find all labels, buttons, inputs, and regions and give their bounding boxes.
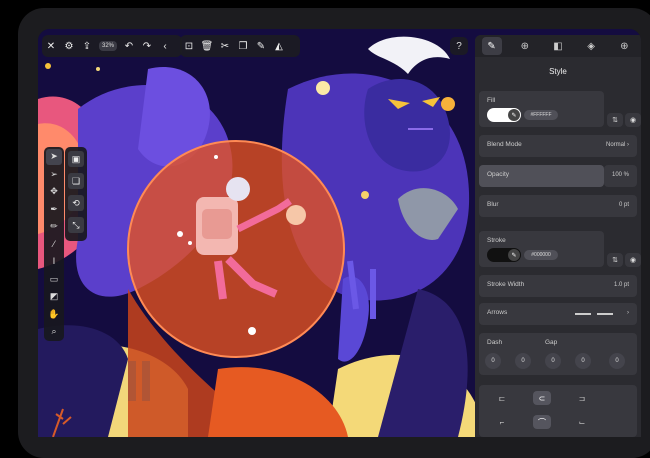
fill-bucket-icon[interactable]: ◭ [270,37,288,55]
panel-title: Style [549,67,567,76]
stroke-caps-joins: ⊏ ⊂ ⊐ ⌐ ⌒ ⌙ [479,385,637,437]
stroke-width-slider[interactable]: Stroke Width 1.0 pt [479,275,637,297]
stroke-width-label: Stroke Width [487,281,525,288]
stroke-hex[interactable]: #000000 [524,250,558,260]
tool-palette: ➤ ➢ ✥ ✒ ✏ ⁄ Ⅰ ▭ ◩ ✋ ⌕ [44,147,64,341]
eyedropper-icon[interactable]: ✎ [508,109,520,121]
zoom-icon[interactable]: ⌕ [46,324,62,340]
inspector-tabs: ✎ ⊕ ◧ ◈ ⊕ [475,35,641,57]
arrows-row[interactable]: Arrows › [479,303,637,325]
blur-label: Blur [487,201,499,208]
opacity-label: Opacity [487,171,510,178]
fill-swap-icon[interactable]: ⇅ [607,113,623,127]
blur-slider[interactable]: Blur 0 pt [479,195,637,217]
share-icon[interactable]: ⇪ [78,37,96,55]
redo-icon[interactable]: ↷ [138,37,156,55]
fill-visibility-icon[interactable]: ◉ [625,113,641,127]
node-icon[interactable]: ✥ [46,184,62,200]
layers-tab-icon[interactable]: ◈ [581,37,601,55]
gap-label: Gap [545,339,558,346]
zoom-value: 32% [98,41,117,51]
close-icon[interactable]: ✕ [42,37,60,55]
undo-icon[interactable]: ↶ [120,37,138,55]
blur-value: 0 pt [618,202,629,208]
pencil-icon[interactable]: ✏ [46,219,62,235]
direct-select-icon[interactable]: ➢ [46,166,62,182]
opacity-slider[interactable]: Opacity [479,165,604,187]
arrows-label: Arrows [487,309,508,316]
dash-1-input[interactable]: 0 [485,353,501,369]
blend-mode-value: Normal › [605,142,629,148]
fill-hex[interactable]: #FFFFFF [524,110,558,120]
round-join-icon[interactable]: ⌒ [533,415,551,429]
zoom-indicator[interactable]: 32% [96,37,120,55]
round-cap-icon[interactable]: ⊂ [533,391,551,405]
stroke-eyedropper-icon[interactable]: ✎ [508,249,520,261]
arrow-start-line [575,313,591,315]
copy-icon[interactable]: ❐ [234,37,252,55]
chevron-right-icon: › [627,310,629,316]
eraser-icon[interactable]: ◩ [46,289,62,305]
style-inspector-panel: ✎ ⊕ ◧ ◈ ⊕ Style Fill ✎ #FFFFFF ⇅ ◉ Blend… [475,35,641,437]
delete-icon[interactable]: 🗑 [198,37,216,55]
rotate-icon[interactable]: ⟲ [68,195,84,211]
gap-2-input[interactable]: 0 [609,353,625,369]
app-screen: ✕ ⚙ ⇪ 32% ↶ ↷ ‹ ⊡ 🗑 ✂ ❐ ✎ ◭ ? ➤ ➢ ✥ ✒ ✏ … [38,29,641,437]
stroke-swap-icon[interactable]: ⇅ [607,253,623,267]
cut-icon[interactable]: ✂ [216,37,234,55]
stroke-row: Stroke ✎ #000000 [479,231,604,267]
add-tab-icon[interactable]: ⊕ [614,37,634,55]
fill-color-swatch[interactable]: ✎ [487,108,521,122]
dash-label: Dash [487,339,503,346]
boolean-tab-icon[interactable]: ◧ [548,37,568,55]
stroke-color-swatch[interactable]: ✎ [487,248,521,262]
dash-2-input[interactable]: 0 [515,353,531,369]
stroke-width-value: 1.0 pt [613,282,629,288]
secondary-tool-palette: ▣ ❏ ⟲ ⤡ [65,147,87,241]
help-button[interactable]: ? [450,37,468,55]
miter-join-icon[interactable]: ⌐ [493,415,511,429]
clipboard-icon[interactable]: ❏ [68,173,84,189]
stroke-visibility-icon[interactable]: ◉ [625,253,641,267]
image-icon[interactable]: ▣ [68,151,84,167]
style-tab-icon[interactable]: ✎ [481,37,502,55]
bevel-join-icon[interactable]: ⌙ [573,415,591,429]
top-toolbar-actions: ⊡ 🗑 ✂ ❐ ✎ ◭ [180,35,300,57]
stroke-label: Stroke [487,237,506,244]
text-icon[interactable]: Ⅰ [46,254,62,270]
top-toolbar-left: ✕ ⚙ ⇪ 32% ↶ ↷ ‹ [42,35,182,57]
hand-icon[interactable]: ✋ [46,306,62,322]
fill-row: Fill ✎ #FFFFFF [479,91,604,127]
gap-1-input[interactable]: 0 [545,353,561,369]
opacity-value: 100 % [611,172,629,178]
transform-tab-icon[interactable]: ⊕ [515,37,535,55]
blend-mode-row[interactable]: Blend Mode Normal › [479,135,637,157]
opacity-value-box[interactable]: 100 % [604,165,637,187]
dash-3-input[interactable]: 0 [575,353,591,369]
collapse-icon[interactable]: ‹ [156,37,174,55]
settings-icon[interactable]: ⚙ [60,37,78,55]
brush-icon[interactable]: ⁄ [46,236,62,252]
arrow-end-line [597,313,613,315]
frame-icon[interactable]: ⊡ [180,37,198,55]
select-icon[interactable]: ➤ [46,149,62,165]
pen-icon[interactable]: ✒ [46,201,62,217]
rectangle-icon[interactable]: ▭ [46,271,62,287]
butt-cap-icon[interactable]: ⊏ [493,391,511,405]
dash-gap-row: Dash Gap 0 0 0 0 0 [479,333,637,375]
square-cap-icon[interactable]: ⊐ [573,391,591,405]
paste-style-icon[interactable]: ✎ [252,37,270,55]
blend-mode-label: Blend Mode [487,141,522,148]
fill-label: Fill [487,97,496,104]
scale-icon[interactable]: ⤡ [68,217,84,233]
